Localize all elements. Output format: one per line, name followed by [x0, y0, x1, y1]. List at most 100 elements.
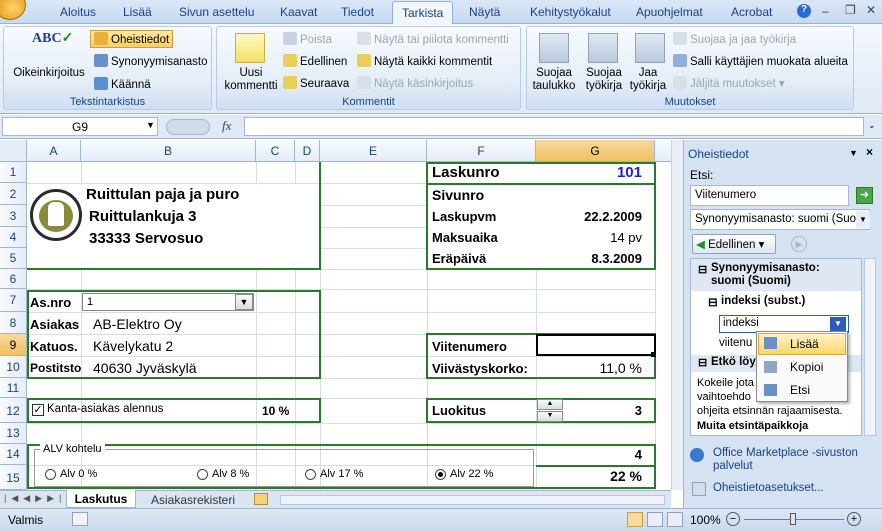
vat-17-radio[interactable] — [305, 469, 316, 480]
payment-time[interactable]: 14 pv — [540, 230, 642, 245]
not-found-collapse-icon[interactable]: ⊟ — [698, 356, 707, 369]
row-header-1[interactable]: 1 — [0, 162, 27, 183]
row-header-5[interactable]: 5 — [0, 248, 27, 269]
column-header-b[interactable]: B — [81, 140, 256, 162]
column-header-d[interactable]: D — [295, 140, 320, 162]
translate-button[interactable]: Käännä — [94, 77, 151, 91]
customer-postal[interactable]: 40630 Jyväskylä — [93, 360, 197, 376]
zoom-out-icon[interactable]: − — [726, 512, 740, 526]
row-header-10[interactable]: 10 — [0, 356, 27, 378]
page-layout-view-icon[interactable] — [647, 512, 663, 527]
zoom-level[interactable]: 100% — [690, 513, 721, 527]
customer-street[interactable]: Kävelykatu 2 — [93, 338, 173, 354]
next-comment-button[interactable]: Seuraava — [283, 76, 349, 90]
row-header-8[interactable]: 8 — [0, 312, 27, 334]
menu-item-copy[interactable]: Kopioi — [790, 360, 823, 374]
zoom-in-icon[interactable]: + — [847, 512, 861, 526]
insert-function-icon[interactable]: fx — [222, 118, 231, 134]
source-select[interactable]: Synonyymisanasto: suomi (Suo — [690, 209, 870, 230]
row-header-6[interactable]: 6 — [0, 269, 27, 289]
tab-kehitystyokalut[interactable]: Kehitystyökalut — [530, 5, 611, 19]
sheet-tab-laskutus[interactable]: Laskutus — [66, 490, 136, 508]
vat-22-radio[interactable] — [435, 469, 446, 480]
customer-no-combo[interactable]: 1 — [82, 293, 254, 311]
invoice-no[interactable]: 101 — [540, 164, 642, 181]
vertical-scrollbar[interactable] — [671, 140, 683, 490]
help-icon[interactable]: ? — [797, 4, 811, 18]
result-collapse-icon[interactable]: ⊟ — [698, 263, 707, 276]
row-header-4[interactable]: 4 — [0, 227, 27, 248]
new-comment-button[interactable]: Uusi kommentti — [221, 67, 281, 93]
name-box-dropdown-icon[interactable]: ▼ — [146, 120, 155, 130]
menu-item-search[interactable]: Etsi — [790, 383, 810, 397]
back-button[interactable]: ◀ Edellinen ▾ — [692, 234, 776, 254]
zoom-slider-thumb[interactable] — [790, 513, 796, 525]
pane-close-icon[interactable]: × — [866, 145, 873, 159]
vat-percent[interactable]: 22 % — [540, 468, 642, 484]
research-button[interactable]: Oheistiedot — [90, 30, 174, 48]
vat-8-radio[interactable] — [197, 469, 208, 480]
tab-sivun-asettelu[interactable]: Sivun asettelu — [179, 5, 254, 19]
horizontal-scrollbar[interactable] — [280, 495, 665, 505]
results-scrollbar[interactable] — [864, 258, 876, 436]
start-search-icon[interactable]: ➜ — [856, 187, 873, 204]
search-input[interactable]: Viitenumero — [690, 185, 849, 206]
vat-0-radio[interactable] — [45, 469, 56, 480]
normal-view-icon[interactable] — [627, 512, 643, 527]
page-break-view-icon[interactable] — [667, 512, 683, 527]
row-header-13[interactable]: 13 — [0, 423, 27, 444]
show-ink-button[interactable]: Näytä käsinkirjoitus — [357, 76, 473, 90]
source-dropdown-icon[interactable]: ▼ — [856, 211, 870, 228]
share-workbook-button[interactable]: Jaa työkirja — [627, 67, 669, 93]
marketplace-link[interactable]: Office Marketplace -sivuston palvelut — [713, 447, 873, 473]
column-header-g[interactable]: G — [536, 140, 655, 162]
row-header-11[interactable]: 11 — [0, 378, 27, 398]
late-interest[interactable]: 11,0 % — [540, 360, 642, 376]
pane-options-icon[interactable]: ▼ — [849, 148, 858, 158]
delete-comment-button[interactable]: Poista — [283, 32, 332, 46]
second-result[interactable]: viitenu — [719, 337, 752, 349]
customer-no-dropdown-icon[interactable]: ▼ — [235, 294, 253, 310]
worksheet-grid[interactable]: A B C D E F G 1 2 3 4 5 6 7 8 9 10 11 12… — [0, 140, 671, 490]
regular-discount-value[interactable]: 10 % — [262, 404, 289, 418]
row-header-3[interactable]: 3 — [0, 205, 27, 227]
row-header-9[interactable]: 9 — [0, 334, 27, 356]
row-header-14[interactable]: 14 — [0, 444, 27, 465]
allow-edit-ranges-button[interactable]: Salli käyttäjien muokata alueita — [673, 54, 848, 68]
tab-tiedot[interactable]: Tiedot — [341, 5, 374, 19]
tab-aloitus[interactable]: Aloitus — [60, 5, 96, 19]
minimize-icon[interactable]: – — [822, 4, 829, 18]
row-header-7[interactable]: 7 — [0, 289, 27, 312]
macro-record-icon[interactable] — [72, 512, 88, 526]
insert-sheet-icon[interactable] — [254, 493, 268, 505]
entry-collapse-icon[interactable]: ⊟ — [708, 295, 718, 309]
column-header-a[interactable]: A — [27, 140, 81, 162]
vat-value[interactable]: 4 — [540, 447, 642, 462]
column-header-c[interactable]: C — [256, 140, 295, 162]
row-header-15[interactable]: 15 — [0, 465, 27, 490]
forward-icon[interactable]: ▶ — [791, 236, 807, 252]
restore-icon[interactable]: ❐ — [845, 3, 856, 17]
regular-discount-checkbox[interactable]: ✓ — [32, 404, 44, 416]
protect-workbook-button[interactable]: Suojaa työkirja — [579, 67, 629, 93]
tab-lisaa[interactable]: Lisää — [123, 5, 152, 19]
select-all-corner[interactable] — [0, 140, 27, 162]
protect-share-button[interactable]: Suojaa ja jaa työkirja — [673, 32, 796, 46]
class-spin-down[interactable]: ▼ — [537, 411, 563, 422]
formula-bar-handle[interactable] — [166, 119, 210, 135]
expand-formula-bar-icon[interactable]: ⌄ — [868, 120, 876, 131]
track-changes-button[interactable]: Jäljitä muutokset ▾ — [673, 76, 785, 90]
row-header-12[interactable]: 12 — [0, 398, 27, 423]
thesaurus-button[interactable]: Synonyymisanasto — [94, 54, 208, 68]
tab-tarkista[interactable]: Tarkista — [392, 1, 454, 25]
entry-dropdown-icon[interactable]: ▼ — [830, 317, 846, 331]
name-box[interactable]: G9 — [2, 117, 158, 136]
spell-check-button[interactable]: Oikeinkirjoitus — [10, 67, 88, 79]
sheet-nav-arrows-icon[interactable]: |◀◀▶▶| — [4, 493, 66, 504]
class-value[interactable]: 3 — [570, 403, 642, 418]
show-hide-comment-button[interactable]: Näytä tai piilota kommentti — [357, 32, 509, 46]
fill-handle[interactable] — [651, 352, 656, 357]
column-header-f[interactable]: F — [427, 140, 536, 162]
class-spin-up[interactable]: ▲ — [537, 399, 563, 410]
previous-comment-button[interactable]: Edellinen — [283, 54, 347, 68]
